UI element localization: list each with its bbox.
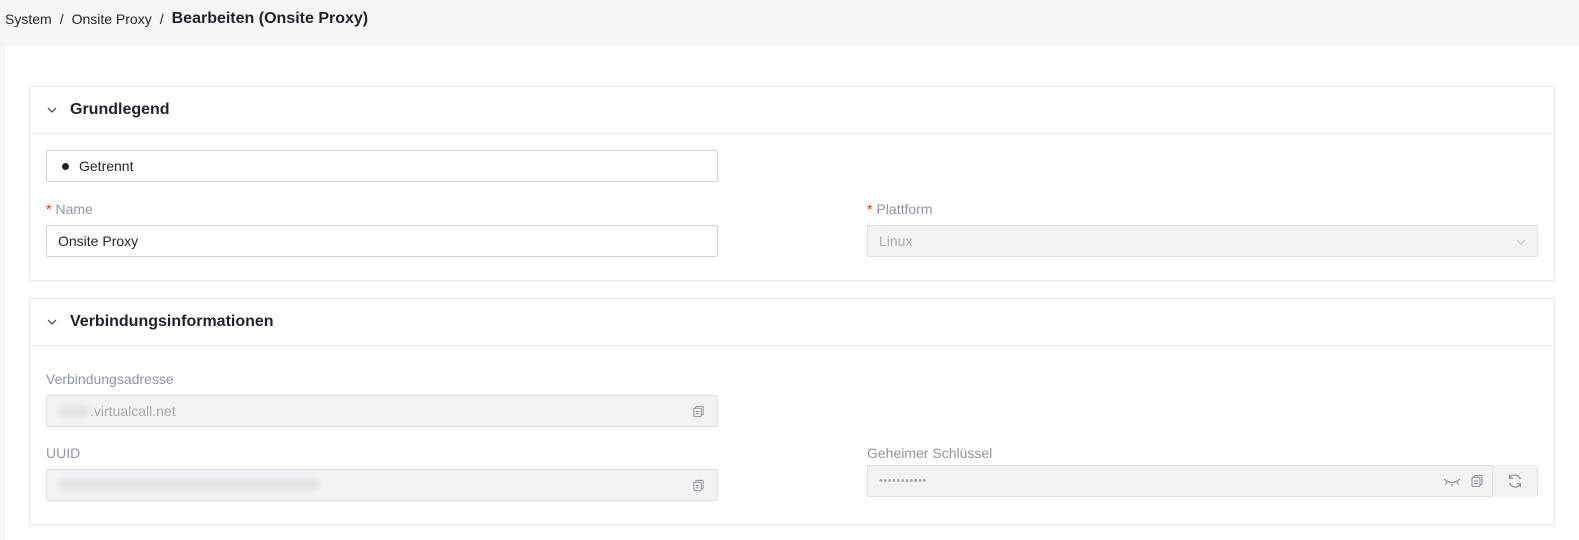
address-input[interactable]: .virtualcall.net xyxy=(46,395,718,427)
breadcrumb-separator: / xyxy=(59,11,64,27)
name-label: * Name xyxy=(46,201,93,217)
refresh-icon xyxy=(1508,474,1522,488)
chevron-down-icon[interactable] xyxy=(46,104,58,116)
main-content: Grundlegend Getrennt * Name Onsite Proxy … xyxy=(5,46,1579,540)
section-connection-header[interactable]: Verbindungsinformationen xyxy=(30,299,1554,346)
refresh-button[interactable] xyxy=(1492,465,1537,497)
status-text: Getrennt xyxy=(79,158,134,174)
address-label: Verbindungsadresse xyxy=(46,371,174,387)
address-input-value: .virtualcall.net xyxy=(90,403,176,419)
address-redacted xyxy=(58,405,90,417)
uuid-input[interactable] xyxy=(46,469,718,501)
secret-label: Geheimer Schlüssel xyxy=(867,445,993,461)
required-mark: * xyxy=(46,201,52,217)
status-dot-icon xyxy=(62,162,69,170)
section-connection-title: Verbindungsinformationen xyxy=(70,313,274,330)
chevron-down-icon[interactable] xyxy=(46,316,58,328)
platform-select-value: Linux xyxy=(879,233,913,249)
chevron-down-icon xyxy=(1516,239,1526,245)
platform-label: * Plattform xyxy=(867,201,933,217)
uuid-label: UUID xyxy=(46,445,81,461)
secret-input-value: ••••••••••• xyxy=(879,475,927,487)
breadcrumb-separator: / xyxy=(159,11,164,27)
platform-select[interactable]: Linux xyxy=(867,225,1538,257)
uuid-redacted xyxy=(58,479,320,491)
section-basic-header[interactable]: Grundlegend xyxy=(30,87,1554,134)
secret-input[interactable]: ••••••••••• xyxy=(867,465,1538,497)
page-title: Bearbeiten (Onsite Proxy) xyxy=(171,10,369,27)
copy-icon[interactable] xyxy=(692,405,705,418)
section-basic: Grundlegend Getrennt * Name Onsite Proxy … xyxy=(29,86,1555,281)
breadcrumb-item-onsite-proxy[interactable]: Onsite Proxy xyxy=(72,11,152,27)
required-mark: * xyxy=(867,201,873,217)
copy-icon[interactable] xyxy=(692,479,705,492)
name-input[interactable]: Onsite Proxy xyxy=(46,225,718,257)
eye-closed-icon[interactable] xyxy=(1443,476,1461,488)
status-field: Getrennt xyxy=(46,150,718,182)
name-input-value: Onsite Proxy xyxy=(58,233,139,249)
section-basic-title: Grundlegend xyxy=(70,101,170,118)
copy-icon[interactable] xyxy=(1470,474,1484,488)
breadcrumb: System / Onsite Proxy / Bearbeiten (Onsi… xyxy=(5,8,368,30)
section-connection: Verbindungsinformationen Verbindungsadre… xyxy=(29,298,1555,525)
breadcrumb-item-system[interactable]: System xyxy=(5,11,52,27)
